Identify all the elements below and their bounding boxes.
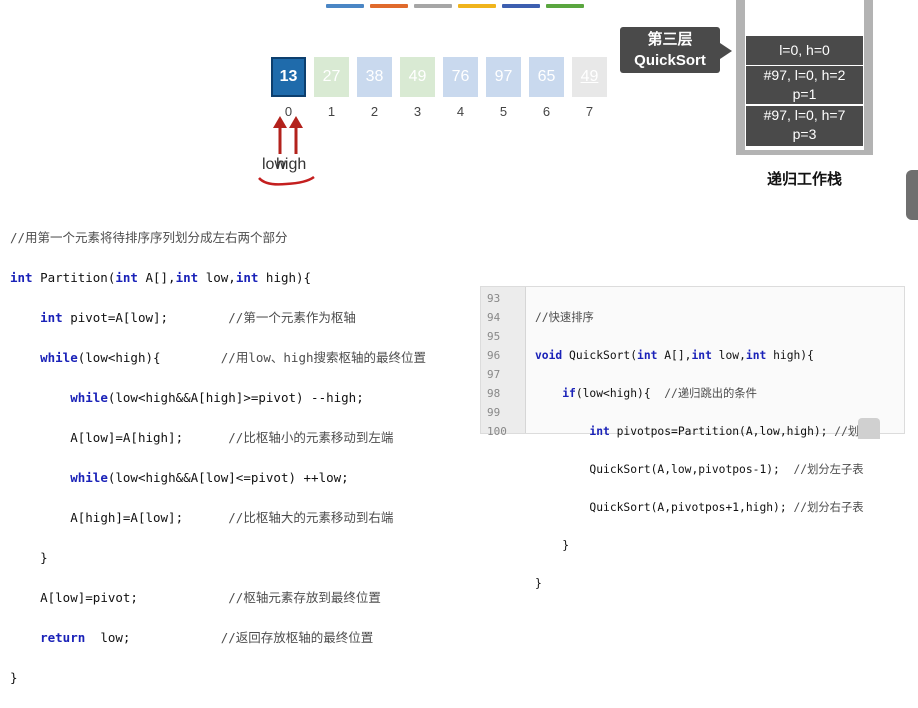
color-strip-segment [546,4,584,8]
quicksort-code: //快速排序 void QuickSort(int A[],int low,in… [535,289,870,631]
array-cell: 49 [572,57,607,97]
pointer-arrows [273,116,303,154]
line-number: 96 [487,349,501,362]
high-label: high [276,156,307,173]
callout-line2: QuickSort [634,52,706,69]
code-line: } [562,539,570,552]
code-line: return low; //返回存放枢轴的最终位置 [40,630,374,645]
code-line: A[high]=A[low]; //比枢轴大的元素移动到右端 [70,510,394,525]
code-line: int Partition(int A[],int low,int high){ [10,270,312,285]
line-number: 100 [487,425,507,438]
array-cell: 49 [400,57,435,97]
color-strip-segment [458,4,496,8]
stack-frame-line: p=3 [792,126,817,142]
array-index: 2 [370,104,379,119]
stack-frame-line: p=1 [792,86,817,102]
quicksort-code-panel: 93 94 95 96 97 98 99 100 //快速排序 void QuickSort(… [480,286,905,590]
array-cell: 27 [314,57,349,97]
callout-line1: 第三层 [647,31,693,48]
partition-code: //用第一个元素将待排序序列划分成左右两个部分 int Partition(in… [10,208,426,708]
code-line: A[low]=pivot; //枢轴元素存放到最终位置 [40,590,381,605]
array-index: 4 [456,104,465,119]
color-strip-segment [502,4,540,8]
side-scroll-handle[interactable] [906,170,918,220]
code-line: int pivot=A[low]; //第一个元素作为枢轴 [40,310,356,325]
line-number: 97 [487,368,501,381]
array-cell: 65 [529,57,564,97]
play-icon[interactable] [858,418,880,439]
array-cell: 76 [443,57,478,97]
code-line: //快速排序 [535,311,594,324]
stack-wall-left [736,0,745,155]
array-index: 5 [499,104,508,119]
low-arrow-icon [273,116,287,154]
code-line: QuickSort(A,low,pivotpos-1); //划分左子表 [589,463,864,476]
array-cell: 97 [486,57,521,97]
stack-frame-bottom: #97, l=0, h=7 p=3 [746,106,863,146]
stack-frame-line: #97, l=0, h=2 [763,67,846,83]
code-line: } [10,670,18,685]
color-strip-segment [370,4,408,8]
code-line: while(low<high){ //用low、high搜索枢轴的最终位置 [40,350,426,365]
line-number: 99 [487,406,501,419]
code-line: while(low<high&&A[high]>=pivot) --high; [70,390,364,405]
line-number: 93 [487,292,501,305]
line-number: 98 [487,387,501,400]
color-strip-segment [326,4,364,8]
stack-label: 递归工作栈 [766,171,842,188]
color-strip-segment [414,4,452,8]
pointer-underline [258,175,315,186]
array-cell: 13 [271,57,306,97]
line-number: 94 [487,311,501,324]
callout-pointer [720,43,732,59]
code-line: } [40,550,48,565]
layer-callout: 第三层 QuickSort [620,27,720,73]
code-line: A[low]=A[high]; //比枢轴小的元素移动到左端 [70,430,394,445]
array-index: 3 [413,104,422,119]
stack-wall-bottom [736,150,873,155]
stack-frame-middle: #97, l=0, h=2 p=1 [746,66,863,104]
code-line: if(low<high){ //递归跳出的条件 [562,387,757,400]
array-index: 1 [327,104,336,119]
array-cell: 38 [357,57,392,97]
stack-frame-line: #97, l=0, h=7 [763,107,846,123]
high-arrow-icon [289,116,303,154]
array-index: 6 [542,104,551,119]
code-line: void QuickSort(int A[],int low,int high)… [535,349,814,362]
stack-frame-top: l=0, h=0 [746,36,863,65]
stack-frame-line: l=0, h=0 [779,42,830,58]
line-number: 95 [487,330,501,343]
stack-wall-right [864,0,873,155]
code-line: } [535,577,542,590]
code-line: while(low<high&&A[low]<=pivot) ++low; [70,470,349,485]
code-line: int pivotpos=Partition(A,low,high); //划分 [589,425,871,438]
code-line: QuickSort(A,pivotpos+1,high); //划分右子表 [589,501,864,514]
code-line: //用第一个元素将待排序序列划分成左右两个部分 [10,230,288,245]
array-index: 7 [585,104,594,119]
